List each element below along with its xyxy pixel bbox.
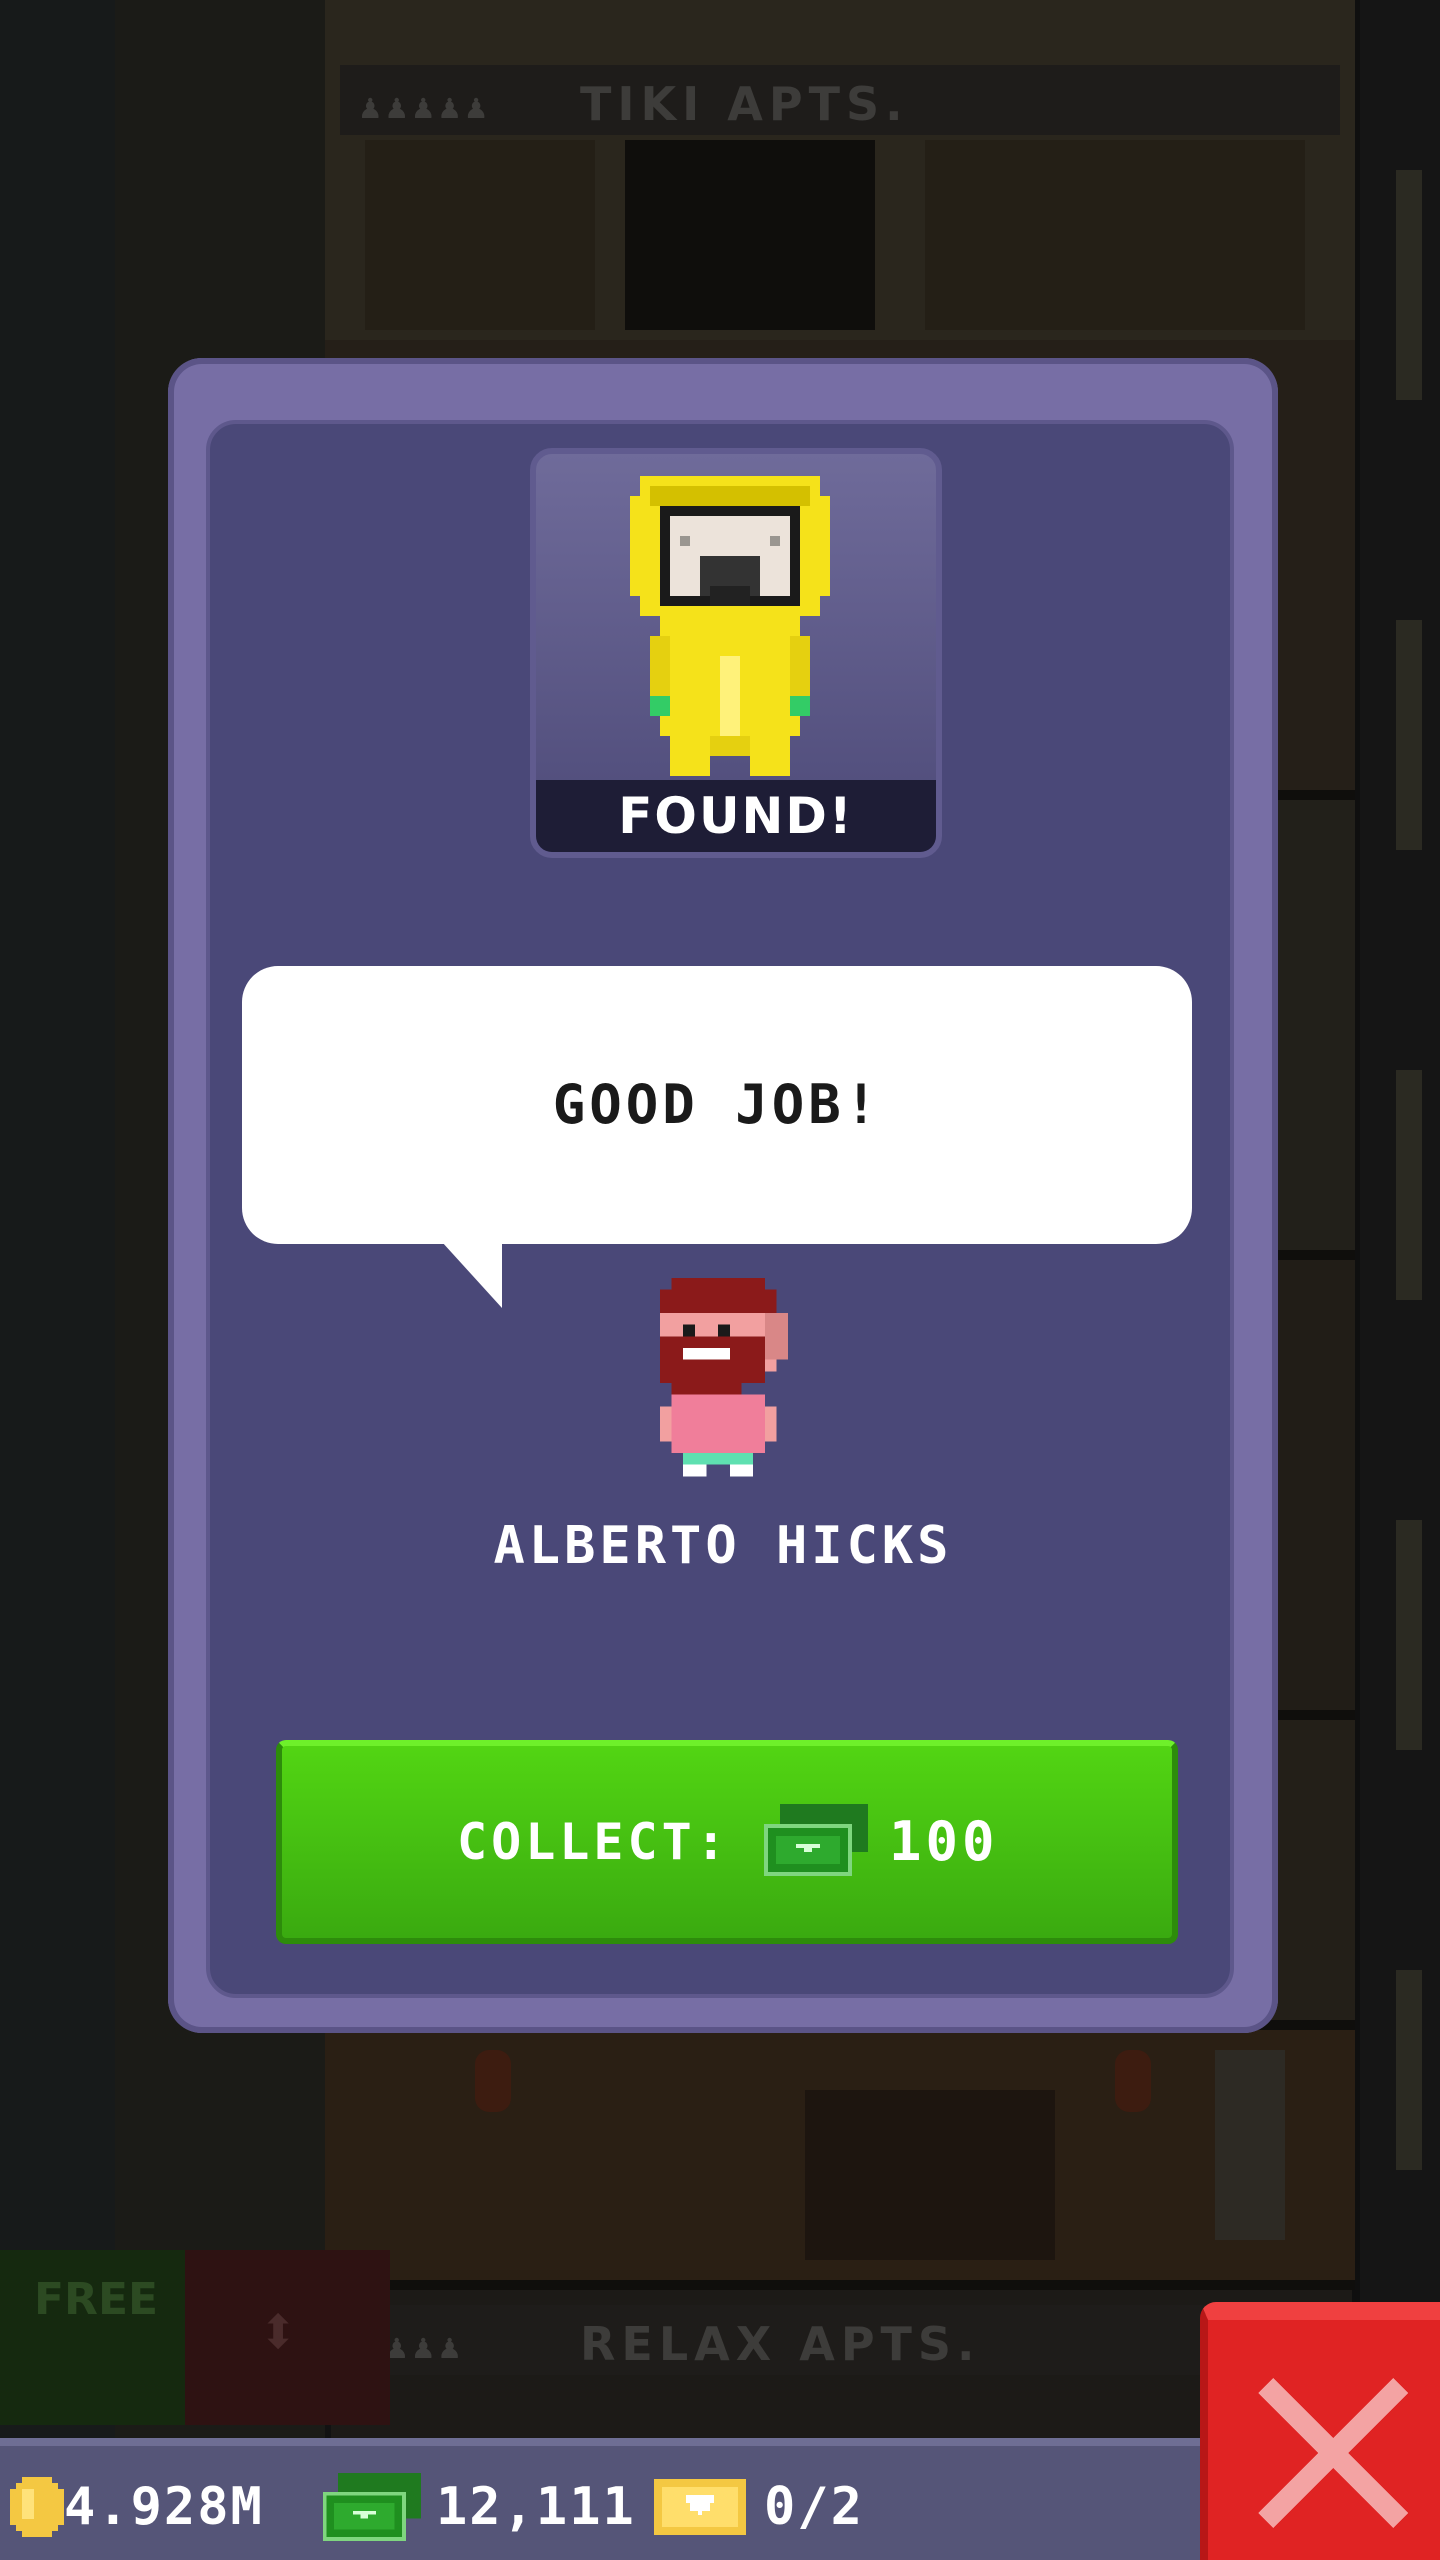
collect-button[interactable]: COLLECT: 100: [276, 1740, 1178, 1944]
floor-sign-tiki: ♟♟♟♟♟ TIKI APTS.: [340, 65, 1340, 135]
coins-value: 4.928M: [64, 2477, 264, 2537]
right-wall: [1352, 0, 1440, 2560]
npc-name: ALBERTO HICKS: [493, 1516, 953, 1576]
floor-sign-relax: ♟♟♟♟ RELAX APTS.: [340, 2305, 1340, 2375]
collect-amount: 100: [889, 1810, 999, 1873]
bux-value: 12,111: [436, 2477, 636, 2537]
speech-bubble-tail: [442, 1242, 502, 1308]
floor-tiki: [325, 0, 1355, 350]
tickets-counter: 0/2: [654, 2446, 864, 2560]
golden-ticket-icon: [654, 2479, 746, 2535]
floor-restaurant: [325, 2030, 1355, 2290]
hazmat-bitizen-icon: [630, 476, 830, 776]
up-down-arrows-icon: ⬍: [257, 2290, 300, 2372]
found-label: FOUND!: [536, 780, 936, 852]
bux-cash-icon: [764, 1804, 868, 1876]
collect-label: COLLECT:: [457, 1813, 730, 1871]
coins-counter: 4.928M: [10, 2446, 264, 2560]
gold-coin-icon: [10, 2477, 64, 2537]
speech-text: GOOD JOB!: [552, 1073, 882, 1136]
game-screen: ♟♟♟♟♟ TIKI APTS. ♟♟♟♟ RELAX APTS. FREE ⬍: [0, 0, 1440, 2560]
free-elevator-button: FREE: [0, 2250, 185, 2425]
bux-counter: 12,111: [322, 2446, 636, 2560]
close-button[interactable]: [1200, 2302, 1440, 2560]
left-wall: [0, 0, 115, 2560]
npc-portrait-icon: [659, 1278, 789, 1477]
tickets-value: 0/2: [764, 2477, 864, 2537]
found-character-card: FOUND!: [530, 448, 942, 858]
close-icon: [1258, 2378, 1408, 2528]
speech-bubble: GOOD JOB!: [242, 966, 1192, 1308]
bux-cash-icon: [322, 2473, 422, 2541]
bitizen-found-dialog: FOUND! GOOD JOB! ALBERTO HICKS COLLECT: …: [168, 358, 1278, 2033]
elevator-arrows-button: ⬍: [185, 2250, 390, 2425]
